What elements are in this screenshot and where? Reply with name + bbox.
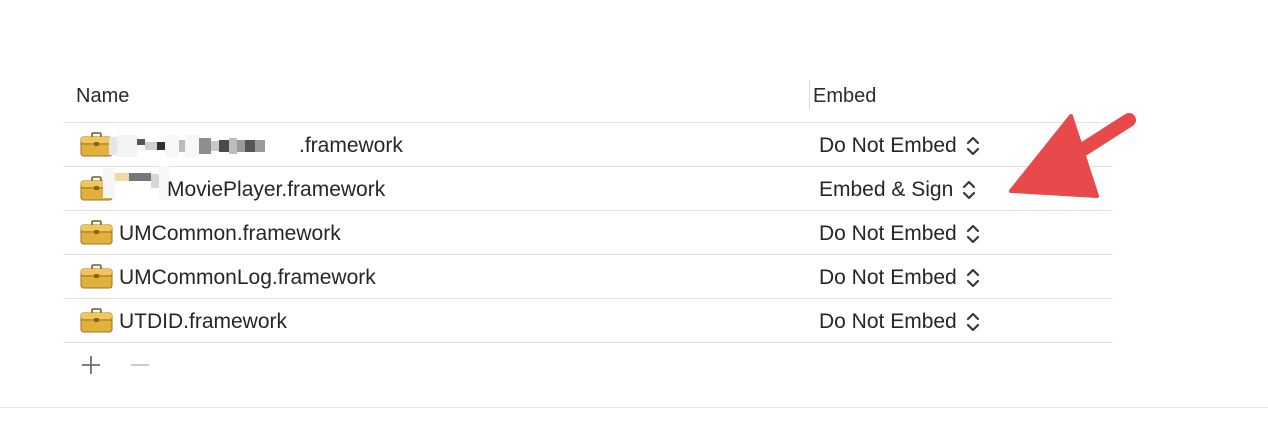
embed-value: Do Not Embed [819,310,957,333]
embed-value: Do Not Embed [819,266,957,289]
toolbox-icon [80,220,113,245]
plus-icon[interactable] [79,353,103,377]
table-row[interactable]: UMCommonLog.framework Do Not Embed [63,255,1113,299]
table-controls [63,343,1113,389]
minus-icon[interactable] [128,353,152,377]
framework-name: .framework [299,134,403,157]
table-row[interactable]: .framework Do Not Embed [63,123,1113,167]
toolbox-icon [80,308,113,333]
embed-popup[interactable]: Do Not Embed [819,134,981,158]
table-row[interactable]: UMCommon.framework Do Not Embed [63,211,1113,255]
bottom-divider [0,407,1268,408]
embed-value: Do Not Embed [819,222,957,245]
toolbox-icon [80,264,113,289]
table-header: Name Embed [63,76,1113,123]
embed-popup[interactable]: Do Not Embed [819,266,981,290]
framework-name: UMCommon.framework [119,222,341,245]
embed-value: Do Not Embed [819,134,957,157]
column-divider[interactable] [809,80,810,110]
framework-name: UMCommonLog.framework [119,266,376,289]
column-header-embed[interactable]: Embed [813,85,876,108]
framework-name: MoviePlayer.framework [167,178,386,201]
embed-value: Embed & Sign [819,178,954,201]
embed-popup[interactable]: Do Not Embed [819,222,981,246]
chevron-updown-icon [966,268,979,288]
frameworks-table: Name Embed .framework Do Not Embed Movie… [63,76,1113,389]
chevron-updown-icon [963,180,976,200]
embed-popup[interactable]: Do Not Embed [819,310,981,334]
chevron-updown-icon [966,312,979,332]
framework-name: UTDID.framework [119,310,288,333]
chevron-updown-icon [966,224,979,244]
table-row[interactable]: UTDID.framework Do Not Embed [63,299,1113,343]
redacted-pixels [109,132,265,160]
embed-popup[interactable]: Embed & Sign [819,178,977,202]
column-header-name[interactable]: Name [76,85,129,108]
redacted-pixels [103,166,169,200]
red-arrow-icon [1009,113,1136,198]
table-row[interactable]: MoviePlayer.framework Embed & Sign [63,166,1113,211]
chevron-updown-icon [966,136,979,156]
